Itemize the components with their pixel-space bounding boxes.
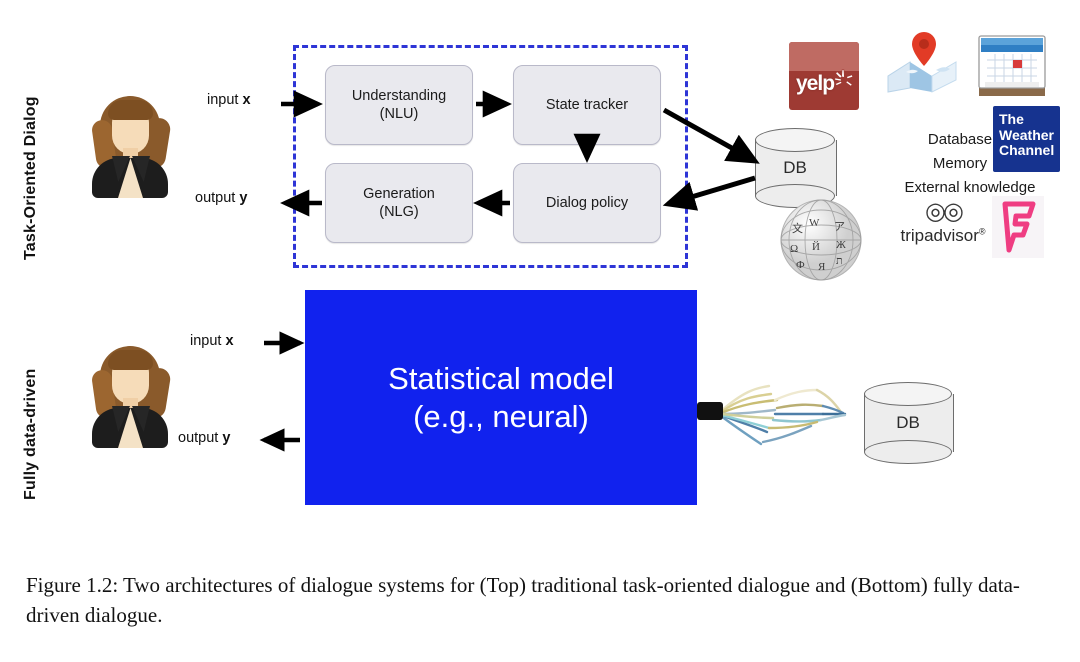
svg-text:Ф: Ф: [796, 259, 805, 271]
network-cable-bundle-icon: [697, 370, 862, 460]
user-avatar-bottom: [88, 340, 172, 450]
output-var-bottom: y: [222, 430, 231, 446]
module-understanding-nlu[interactable]: Understanding (NLU): [325, 65, 473, 145]
twc-line1: The: [999, 111, 1024, 127]
svg-text:Я: Я: [818, 261, 826, 273]
module-generation-nlg[interactable]: Generation (NLG): [325, 163, 473, 243]
svg-text:ת: ת: [836, 255, 843, 267]
the-weather-channel-logo[interactable]: The Weather Channel: [993, 106, 1060, 172]
statistical-model-line2: (e.g., neural): [413, 398, 589, 434]
twc-line3: Channel: [999, 142, 1055, 159]
row-label-fully-data-driven: Fully data-driven: [22, 368, 39, 500]
tripadvisor-text: tripadvisor: [900, 226, 979, 245]
svg-text:Ω: Ω: [790, 243, 798, 255]
knowledge-line-external-knowledge: External knowledge: [904, 179, 1036, 196]
module-generation-line1: Generation: [363, 185, 435, 202]
output-label-top: output y: [195, 190, 247, 206]
svg-text:Й: Й: [812, 241, 820, 253]
database-cylinder-bottom: DB: [864, 382, 954, 464]
input-label-top-text: input: [207, 92, 243, 108]
output-label-bottom-text: output: [178, 430, 223, 446]
module-understanding-line2: (NLU): [379, 106, 419, 122]
statistical-model-box[interactable]: Statistical model (e.g., neural): [305, 290, 697, 505]
row-label-task-oriented: Task-Oriented Dialog: [22, 96, 39, 260]
svg-text:文: 文: [792, 221, 803, 235]
yelp-burst-icon: [834, 69, 854, 87]
wikipedia-globe-icon[interactable]: 文W ア Ω Й Ж Ф Яת: [778, 196, 864, 282]
input-label-top: input x: [207, 92, 251, 108]
module-dialog-policy-line1: Dialog policy: [545, 194, 629, 211]
twc-line2: Weather: [999, 126, 1054, 143]
yelp-logo-text: yelp: [796, 72, 835, 95]
svg-text:Ж: Ж: [836, 239, 846, 251]
tripadvisor-owl-icon: ◎◎: [925, 198, 964, 225]
tripadvisor-registered-mark: ®: [978, 226, 986, 237]
svg-text:ア: ア: [834, 221, 845, 233]
statistical-model-line1: Statistical model: [388, 360, 614, 396]
tripadvisor-logo[interactable]: ◎◎ tripadvisor®: [900, 200, 986, 260]
yelp-logo[interactable]: yelp: [789, 42, 859, 110]
calendar-icon[interactable]: [975, 30, 1049, 100]
output-var-top: y: [239, 190, 248, 206]
input-label-bottom: input x: [190, 333, 234, 349]
module-dialog-policy[interactable]: Dialog policy: [513, 163, 661, 243]
foursquare-logo[interactable]: [992, 196, 1044, 258]
tripadvisor-wordmark: tripadvisor®: [900, 226, 986, 246]
cable-plug-icon: [697, 402, 723, 420]
module-state-tracker-line1: State tracker: [545, 96, 629, 113]
module-generation-line2: (NLG): [379, 204, 419, 220]
output-label-bottom: output y: [178, 430, 230, 446]
yelp-logo-bg: [789, 42, 859, 71]
input-var-top: x: [242, 92, 251, 108]
user-avatar-top: [88, 90, 172, 200]
output-label-top-text: output: [195, 190, 240, 206]
map-pin-icon[interactable]: [886, 28, 958, 96]
figure-caption: Figure 1.2: Two architectures of dialogu…: [26, 573, 1020, 628]
module-state-tracker[interactable]: State tracker: [513, 65, 661, 145]
input-var-bottom: x: [225, 333, 234, 349]
svg-text:W: W: [809, 217, 820, 229]
database-label-bottom: DB: [896, 413, 920, 432]
figure-canvas: Task-Oriented Dialog Fully data-driven i…: [0, 0, 1080, 556]
module-understanding-line1: Understanding: [351, 87, 447, 104]
input-label-bottom-text: input: [190, 333, 226, 349]
